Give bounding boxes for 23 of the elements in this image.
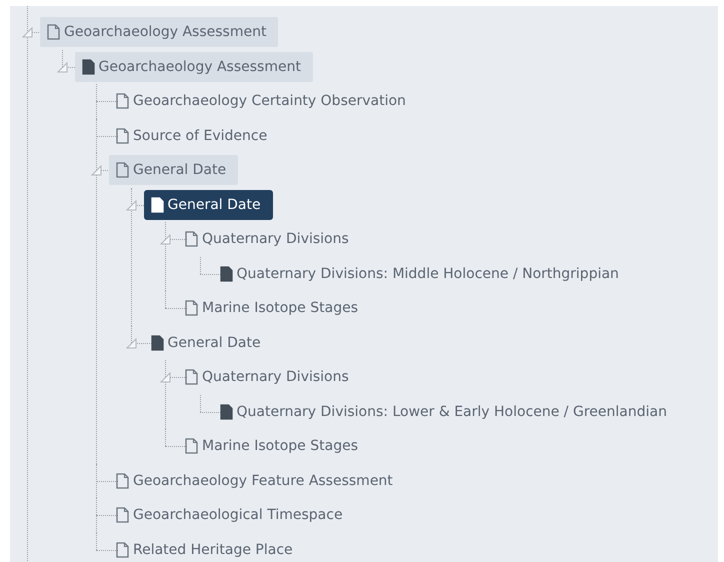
- expanded-toggle[interactable]: [126, 338, 136, 348]
- expanded-toggle[interactable]: [56, 62, 68, 72]
- tree-node[interactable]: Quaternary Divisions: Lower & Early Holocene / Greenlandian: [212, 396, 679, 427]
- tree-node[interactable]: General Date: [144, 328, 273, 358]
- tree-node[interactable]: Geoarchaeology Certainty Observation: [109, 86, 418, 116]
- expanded-toggle[interactable]: [91, 165, 102, 176]
- expanded-toggle[interactable]: [160, 234, 171, 245]
- tree-node[interactable]: Quaternary Divisions: Middle Holocene / Northgrippian: [212, 258, 631, 289]
- expanded-toggle[interactable]: [22, 27, 33, 38]
- tree-node[interactable]: Geoarchaeological Timespace: [109, 500, 355, 530]
- tree-node[interactable]: Geoarchaeology Assessment: [40, 17, 278, 48]
- tree-node[interactable]: Geoarchaeology Feature Assessment: [109, 466, 405, 496]
- tree-node[interactable]: General Date: [144, 190, 273, 220]
- tree-node[interactable]: Related Heritage Place: [109, 534, 305, 562]
- tree-node[interactable]: Source of Evidence: [109, 120, 280, 151]
- tree-node[interactable]: General Date: [109, 155, 238, 186]
- tree-node[interactable]: Marine Isotope Stages: [178, 293, 370, 324]
- expanded-toggle[interactable]: [126, 200, 136, 210]
- tree-node[interactable]: Geoarchaeology Assessment: [74, 52, 313, 82]
- tree-node[interactable]: Marine Isotope Stages: [178, 431, 370, 462]
- tree-node[interactable]: Quaternary Divisions: [178, 224, 361, 254]
- tree-node[interactable]: Quaternary Divisions: [178, 362, 361, 392]
- expanded-toggle[interactable]: [160, 372, 171, 383]
